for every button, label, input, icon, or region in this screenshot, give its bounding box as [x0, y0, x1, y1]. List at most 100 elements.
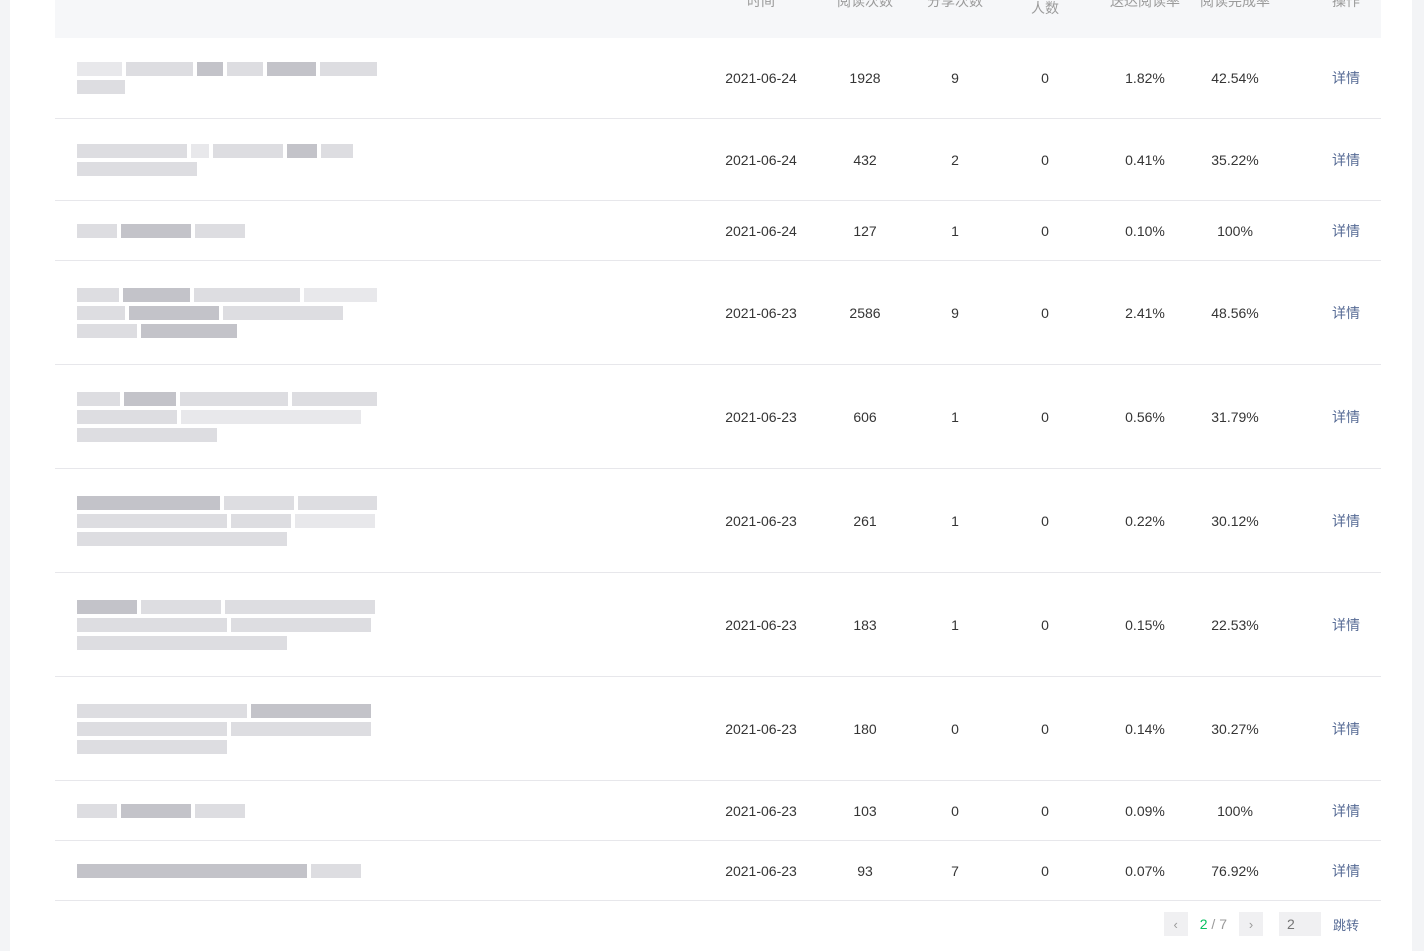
cell-read-rate: 1.82% [1125, 70, 1165, 86]
cell-people: 0 [1041, 802, 1049, 819]
article-title-blurred [77, 596, 377, 654]
cell-reads: 261 [853, 512, 877, 529]
cell-people: 0 [1041, 151, 1049, 168]
cell-reads: 103 [853, 802, 877, 819]
detail-link[interactable]: 详情 [1321, 68, 1371, 88]
table-row: 2021-06-23 180 0 0 0.14% 30.27% 详情 [55, 677, 1381, 781]
cell-done-rate: 31.79% [1211, 408, 1259, 425]
pagination: ‹ 2 / 7 › 跳转 [1163, 912, 1359, 936]
cell-done-rate: 100% [1217, 222, 1253, 239]
detail-link[interactable]: 详情 [1321, 407, 1371, 427]
cell-shares: 0 [951, 720, 959, 737]
cell-done-rate: 30.12% [1211, 512, 1259, 529]
cell-read-rate: 0.14% [1125, 720, 1165, 737]
cell-read-rate: 2.41% [1125, 304, 1165, 321]
cell-date: 2021-06-23 [725, 512, 797, 529]
th-date: 时间 [747, 0, 775, 9]
next-page-button[interactable]: › [1238, 912, 1263, 936]
detail-link[interactable]: 详情 [1321, 861, 1371, 881]
detail-link[interactable]: 详情 [1321, 303, 1371, 323]
cell-reads: 127 [853, 222, 877, 239]
cell-date: 2021-06-23 [725, 802, 797, 819]
page-jump-button[interactable]: 跳转 [1333, 915, 1359, 934]
cell-people: 0 [1041, 304, 1049, 321]
detail-link[interactable]: 详情 [1321, 615, 1371, 635]
detail-link[interactable]: 详情 [1321, 511, 1371, 531]
cell-done-rate: 35.22% [1211, 151, 1259, 168]
cell-people: 0 [1041, 222, 1049, 239]
table-header: 时间 阅读次数 分享次数 人数 送达阅读率 阅读完成率 操作 [55, 0, 1381, 38]
table-row: 2021-06-23 2586 9 0 2.41% 48.56% 详情 [55, 261, 1381, 365]
table-row: 2021-06-24 127 1 0 0.10% 100% 详情 [55, 201, 1381, 261]
table-row: 2021-06-23 261 1 0 0.22% 30.12% 详情 [55, 469, 1381, 573]
cell-reads: 93 [857, 862, 873, 879]
article-title-blurred [77, 388, 377, 446]
content-panel: 时间 阅读次数 分享次数 人数 送达阅读率 阅读完成率 操作 2021-06-2… [10, 0, 1412, 951]
th-reads: 阅读次数 [837, 0, 893, 9]
total-pages: 7 [1219, 916, 1227, 932]
cell-done-rate: 22.53% [1211, 616, 1259, 633]
cell-read-rate: 0.15% [1125, 616, 1165, 633]
detail-link[interactable]: 详情 [1321, 801, 1371, 821]
article-title-blurred [77, 140, 377, 180]
page-indicator: 2 / 7 [1200, 916, 1227, 932]
cell-shares: 2 [951, 151, 959, 168]
cell-reads: 183 [853, 616, 877, 633]
cell-done-rate: 76.92% [1211, 862, 1259, 879]
th-shares: 分享次数 [927, 0, 983, 9]
cell-shares: 9 [951, 304, 959, 321]
cell-date: 2021-06-23 [725, 862, 797, 879]
cell-shares: 9 [951, 70, 959, 86]
current-page: 2 [1199, 916, 1208, 932]
cell-people: 0 [1041, 720, 1049, 737]
cell-people: 0 [1041, 862, 1049, 879]
table-row: 2021-06-23 103 0 0 0.09% 100% 详情 [55, 781, 1381, 841]
cell-people: 0 [1041, 408, 1049, 425]
cell-date: 2021-06-24 [725, 151, 797, 168]
cell-reads: 180 [853, 720, 877, 737]
cell-date: 2021-06-24 [725, 70, 797, 86]
cell-shares: 1 [951, 616, 959, 633]
cell-read-rate: 0.22% [1125, 512, 1165, 529]
articles-table: 时间 阅读次数 分享次数 人数 送达阅读率 阅读完成率 操作 2021-06-2… [55, 0, 1381, 901]
cell-shares: 1 [951, 408, 959, 425]
cell-people: 0 [1041, 70, 1049, 86]
table-row: 2021-06-23 93 7 0 0.07% 76.92% 详情 [55, 841, 1381, 901]
table-row: 2021-06-23 606 1 0 0.56% 31.79% 详情 [55, 365, 1381, 469]
cell-read-rate: 0.41% [1125, 151, 1165, 168]
table-body: 2021-06-24 1928 9 0 1.82% 42.54% 详情 2021-06-24 4… [55, 38, 1381, 901]
cell-people: 0 [1041, 616, 1049, 633]
table-row: 2021-06-24 432 2 0 0.41% 35.22% 详情 [55, 119, 1381, 201]
cell-reads: 2586 [849, 304, 881, 321]
page-jump-input[interactable] [1278, 912, 1321, 936]
detail-link[interactable]: 详情 [1321, 221, 1371, 241]
th-operation: 操作 [1332, 0, 1360, 9]
cell-done-rate: 30.27% [1211, 720, 1259, 737]
article-title-blurred [77, 284, 377, 342]
article-title-blurred [77, 492, 377, 550]
cell-read-rate: 0.07% [1125, 862, 1165, 879]
table-row: 2021-06-24 1928 9 0 1.82% 42.54% 详情 [55, 38, 1381, 119]
cell-done-rate: 48.56% [1211, 304, 1259, 321]
chevron-right-icon: › [1248, 916, 1254, 932]
th-done-rate: 阅读完成率 [1200, 0, 1270, 9]
th-read-rate: 送达阅读率 [1110, 0, 1180, 9]
cell-shares: 1 [951, 222, 959, 239]
th-people: 人数 [1031, 0, 1059, 16]
cell-date: 2021-06-23 [725, 408, 797, 425]
article-title-blurred [77, 700, 377, 758]
cell-read-rate: 0.10% [1125, 222, 1165, 239]
detail-link[interactable]: 详情 [1321, 719, 1371, 739]
cell-shares: 7 [951, 862, 959, 879]
cell-read-rate: 0.56% [1125, 408, 1165, 425]
chevron-left-icon: ‹ [1173, 916, 1178, 932]
cell-shares: 0 [951, 802, 959, 819]
article-title-blurred [77, 220, 377, 242]
cell-date: 2021-06-23 [725, 720, 797, 737]
cell-reads: 606 [853, 408, 877, 425]
cell-read-rate: 0.09% [1125, 802, 1165, 819]
cell-people: 0 [1041, 512, 1049, 529]
cell-date: 2021-06-24 [725, 222, 797, 239]
prev-page-button[interactable]: ‹ [1163, 912, 1188, 936]
detail-link[interactable]: 详情 [1321, 150, 1371, 170]
